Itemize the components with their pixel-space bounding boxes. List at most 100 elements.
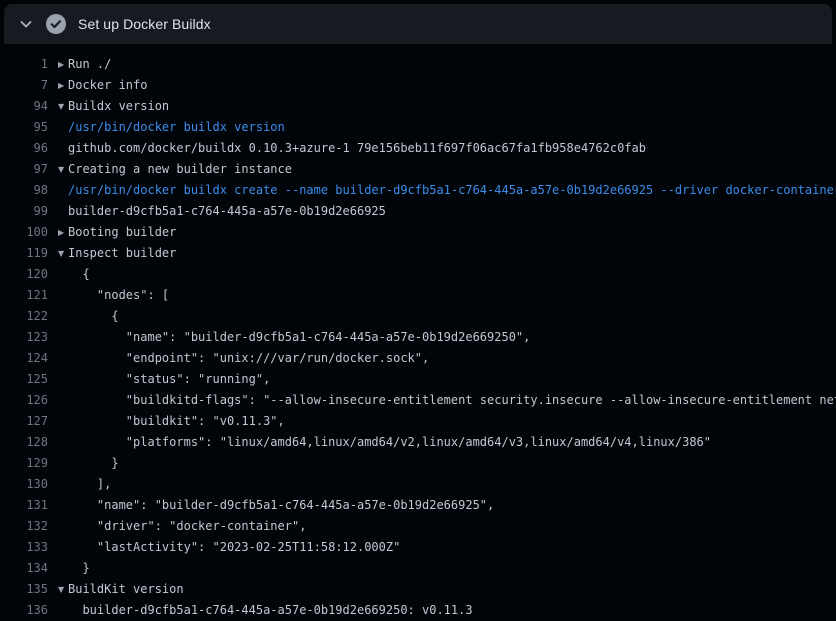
indent-spacer xyxy=(48,117,68,138)
log-row: 94▼Buildx version xyxy=(0,96,836,117)
indent-spacer xyxy=(48,411,68,432)
log-output-text: "name": "builder-d9cfb5a1-c764-445a-a57e… xyxy=(68,495,836,516)
line-number[interactable]: 122 xyxy=(0,306,48,327)
group-collapsed-icon[interactable]: ▶ xyxy=(48,222,68,243)
log-output-text: "buildkit": "v0.11.3", xyxy=(68,411,836,432)
step-title: Set up Docker Buildx xyxy=(78,16,211,32)
line-number[interactable]: 129 xyxy=(0,453,48,474)
indent-spacer xyxy=(48,390,68,411)
line-number[interactable]: 126 xyxy=(0,390,48,411)
log-row: 133 "lastActivity": "2023-02-25T11:58:12… xyxy=(0,537,836,558)
group-expanded-icon[interactable]: ▼ xyxy=(48,159,68,180)
actions-log-viewer: { "header": { "title": "Set up Docker Bu… xyxy=(0,0,836,604)
line-number[interactable]: 131 xyxy=(0,495,48,516)
log-output-text: } xyxy=(68,558,836,579)
line-number[interactable]: 121 xyxy=(0,285,48,306)
collapse-step-button[interactable] xyxy=(12,10,40,38)
line-number[interactable]: 132 xyxy=(0,516,48,537)
log-row: 131 "name": "builder-d9cfb5a1-c764-445a-… xyxy=(0,495,836,516)
group-title[interactable]: Creating a new builder instance xyxy=(68,159,836,180)
log-output-text: builder-d9cfb5a1-c764-445a-a57e-0b19d2e6… xyxy=(68,201,836,222)
log-output-text: "status": "running", xyxy=(68,369,836,390)
log-row: 136 builder-d9cfb5a1-c764-445a-a57e-0b19… xyxy=(0,600,836,621)
log-output-text: "driver": "docker-container", xyxy=(68,516,836,537)
group-title[interactable]: BuildKit version xyxy=(68,579,836,600)
line-number[interactable]: 7 xyxy=(0,75,48,96)
line-number[interactable]: 1 xyxy=(0,54,48,75)
log-command-text: /usr/bin/docker buildx create --name bui… xyxy=(68,180,836,201)
log-row: 7▶Docker info xyxy=(0,75,836,96)
log-row: 96 github.com/docker/buildx 0.10.3+azure-… xyxy=(0,138,836,159)
indent-spacer xyxy=(48,432,68,453)
log-row: 123 "name": "builder-d9cfb5a1-c764-445a-… xyxy=(0,327,836,348)
log-row: 119▼Inspect builder xyxy=(0,243,836,264)
check-circle-icon xyxy=(46,14,66,34)
log-row: 127 "buildkit": "v0.11.3", xyxy=(0,411,836,432)
group-expanded-icon[interactable]: ▼ xyxy=(48,243,68,264)
group-title[interactable]: Booting builder xyxy=(68,222,836,243)
indent-spacer xyxy=(48,558,68,579)
line-number[interactable]: 97 xyxy=(0,159,48,180)
log-row: 99 builder-d9cfb5a1-c764-445a-a57e-0b19d2… xyxy=(0,201,836,222)
line-number[interactable]: 96 xyxy=(0,138,48,159)
indent-spacer xyxy=(48,516,68,537)
line-number[interactable]: 134 xyxy=(0,558,48,579)
line-number[interactable]: 99 xyxy=(0,201,48,222)
line-number[interactable]: 125 xyxy=(0,369,48,390)
line-number[interactable]: 94 xyxy=(0,96,48,117)
log-command-text: /usr/bin/docker buildx version xyxy=(68,117,836,138)
log-output-text: { xyxy=(68,306,836,327)
line-number[interactable]: 119 xyxy=(0,243,48,264)
indent-spacer xyxy=(48,327,68,348)
line-number[interactable]: 130 xyxy=(0,474,48,495)
line-number[interactable]: 133 xyxy=(0,537,48,558)
log-row: 121 "nodes": [ xyxy=(0,285,836,306)
chevron-down-icon xyxy=(18,16,34,32)
group-title[interactable]: Buildx version xyxy=(68,96,836,117)
group-expanded-icon[interactable]: ▼ xyxy=(48,579,68,600)
indent-spacer xyxy=(48,348,68,369)
indent-spacer xyxy=(48,453,68,474)
log-row: 100▶Booting builder xyxy=(0,222,836,243)
line-number[interactable]: 95 xyxy=(0,117,48,138)
group-collapsed-icon[interactable]: ▶ xyxy=(48,75,68,96)
group-title[interactable]: Run ./ xyxy=(68,54,836,75)
log-output-text: builder-d9cfb5a1-c764-445a-a57e-0b19d2e6… xyxy=(68,600,836,621)
line-number[interactable]: 124 xyxy=(0,348,48,369)
log-output-text: "buildkitd-flags": "--allow-insecure-ent… xyxy=(68,390,836,411)
line-number[interactable]: 128 xyxy=(0,432,48,453)
log-row: 126 "buildkitd-flags": "--allow-insecure… xyxy=(0,390,836,411)
log-output-text: "endpoint": "unix:///var/run/docker.sock… xyxy=(68,348,836,369)
log-row: 134 } xyxy=(0,558,836,579)
indent-spacer xyxy=(48,306,68,327)
log-row: 132 "driver": "docker-container", xyxy=(0,516,836,537)
group-expanded-icon[interactable]: ▼ xyxy=(48,96,68,117)
log-output-text: } xyxy=(68,453,836,474)
indent-spacer xyxy=(48,201,68,222)
group-title[interactable]: Inspect builder xyxy=(68,243,836,264)
line-number[interactable]: 127 xyxy=(0,411,48,432)
indent-spacer xyxy=(48,180,68,201)
line-number[interactable]: 120 xyxy=(0,264,48,285)
line-number[interactable]: 100 xyxy=(0,222,48,243)
log-output-text: "nodes": [ xyxy=(68,285,836,306)
indent-spacer xyxy=(48,495,68,516)
log-row: 135▼BuildKit version xyxy=(0,579,836,600)
log-output-text: github.com/docker/buildx 0.10.3+azure-1 … xyxy=(68,138,836,159)
line-number[interactable]: 135 xyxy=(0,579,48,600)
line-number[interactable]: 136 xyxy=(0,600,48,621)
line-number[interactable]: 123 xyxy=(0,327,48,348)
log-output-text: { xyxy=(68,264,836,285)
group-title[interactable]: Docker info xyxy=(68,75,836,96)
step-header[interactable]: Set up Docker Buildx xyxy=(4,4,832,44)
line-number[interactable]: 98 xyxy=(0,180,48,201)
log-row: 95/usr/bin/docker buildx version xyxy=(0,117,836,138)
log-area: 1▶Run ./7▶Docker info94▼Buildx version95… xyxy=(0,44,836,604)
log-row: 1▶Run ./ xyxy=(0,54,836,75)
log-row: 122 { xyxy=(0,306,836,327)
indent-spacer xyxy=(48,285,68,306)
group-collapsed-icon[interactable]: ▶ xyxy=(48,54,68,75)
log-row: 97▼Creating a new builder instance xyxy=(0,159,836,180)
log-row: 120 { xyxy=(0,264,836,285)
indent-spacer xyxy=(48,537,68,558)
